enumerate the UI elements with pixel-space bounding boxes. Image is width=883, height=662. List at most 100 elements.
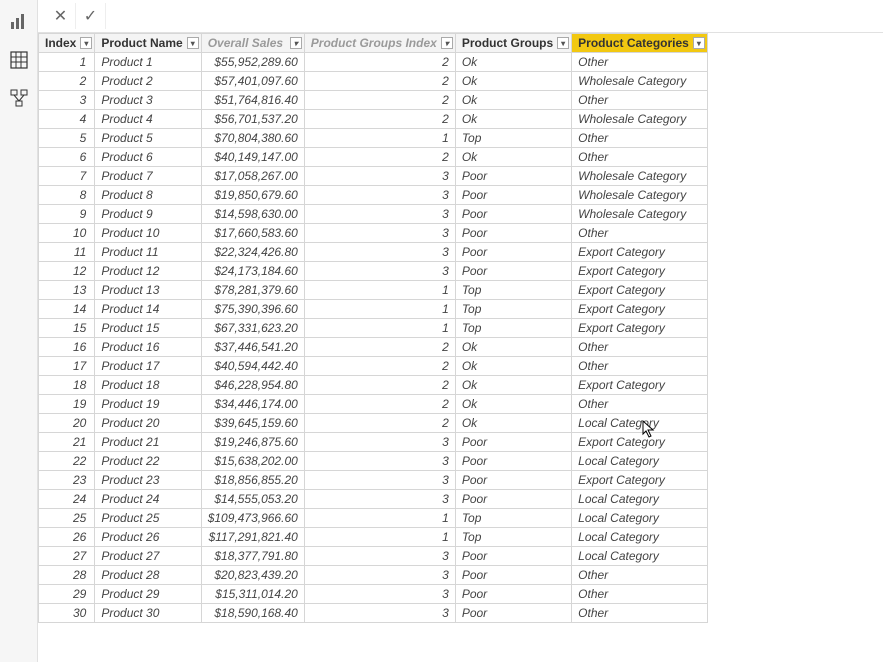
cell-product-name[interactable]: Product 1 bbox=[95, 53, 201, 72]
table-row[interactable]: 17Product 17$40,594,442.402OkOther bbox=[39, 357, 708, 376]
cell-product-groups-index[interactable]: 1 bbox=[304, 281, 455, 300]
cell-product-categories[interactable]: Local Category bbox=[572, 509, 708, 528]
cell-overall-sales[interactable]: $18,590,168.40 bbox=[201, 604, 304, 623]
cell-product-name[interactable]: Product 19 bbox=[95, 395, 201, 414]
filter-dropdown-icon[interactable]: ▾ bbox=[187, 37, 199, 49]
table-row[interactable]: 8Product 8$19,850,679.603PoorWholesale C… bbox=[39, 186, 708, 205]
cell-product-groups-index[interactable]: 3 bbox=[304, 433, 455, 452]
cell-product-name[interactable]: Product 10 bbox=[95, 224, 201, 243]
cell-index[interactable]: 14 bbox=[39, 300, 95, 319]
cell-overall-sales[interactable]: $40,594,442.40 bbox=[201, 357, 304, 376]
cell-product-categories[interactable]: Wholesale Category bbox=[572, 110, 708, 129]
cell-product-categories[interactable]: Local Category bbox=[572, 414, 708, 433]
cell-product-groups[interactable]: Ok bbox=[455, 395, 571, 414]
cell-product-groups[interactable]: Ok bbox=[455, 357, 571, 376]
table-row[interactable]: 28Product 28$20,823,439.203PoorOther bbox=[39, 566, 708, 585]
cell-overall-sales[interactable]: $34,446,174.00 bbox=[201, 395, 304, 414]
cell-product-groups-index[interactable]: 3 bbox=[304, 243, 455, 262]
cell-product-categories[interactable]: Other bbox=[572, 148, 708, 167]
cell-overall-sales[interactable]: $18,856,855.20 bbox=[201, 471, 304, 490]
cell-product-categories[interactable]: Local Category bbox=[572, 528, 708, 547]
cell-overall-sales[interactable]: $19,246,875.60 bbox=[201, 433, 304, 452]
cell-overall-sales[interactable]: $51,764,816.40 bbox=[201, 91, 304, 110]
col-header-overall-sales[interactable]: Overall Sales ▾ bbox=[201, 34, 304, 53]
cell-index[interactable]: 5 bbox=[39, 129, 95, 148]
cell-index[interactable]: 16 bbox=[39, 338, 95, 357]
cell-index[interactable]: 20 bbox=[39, 414, 95, 433]
table-row[interactable]: 12Product 12$24,173,184.603PoorExport Ca… bbox=[39, 262, 708, 281]
col-header-product-groups[interactable]: Product Groups ▾ bbox=[455, 34, 571, 53]
table-row[interactable]: 13Product 13$78,281,379.601TopExport Cat… bbox=[39, 281, 708, 300]
cell-product-categories[interactable]: Export Category bbox=[572, 243, 708, 262]
cell-overall-sales[interactable]: $14,555,053.20 bbox=[201, 490, 304, 509]
cell-product-name[interactable]: Product 4 bbox=[95, 110, 201, 129]
cell-product-categories[interactable]: Export Category bbox=[572, 281, 708, 300]
cell-product-groups[interactable]: Top bbox=[455, 300, 571, 319]
cell-overall-sales[interactable]: $70,804,380.60 bbox=[201, 129, 304, 148]
cell-product-groups[interactable]: Poor bbox=[455, 433, 571, 452]
cell-product-groups[interactable]: Top bbox=[455, 129, 571, 148]
filter-dropdown-icon[interactable]: ▾ bbox=[441, 37, 453, 49]
cell-index[interactable]: 18 bbox=[39, 376, 95, 395]
report-view-button[interactable] bbox=[5, 8, 33, 36]
cell-product-name[interactable]: Product 9 bbox=[95, 205, 201, 224]
cell-index[interactable]: 25 bbox=[39, 509, 95, 528]
cell-product-groups[interactable]: Top bbox=[455, 319, 571, 338]
cell-product-categories[interactable]: Other bbox=[572, 604, 708, 623]
cell-product-categories[interactable]: Other bbox=[572, 224, 708, 243]
cell-product-name[interactable]: Product 12 bbox=[95, 262, 201, 281]
cell-overall-sales[interactable]: $17,660,583.60 bbox=[201, 224, 304, 243]
cell-product-name[interactable]: Product 2 bbox=[95, 72, 201, 91]
table-row[interactable]: 29Product 29$15,311,014.203PoorOther bbox=[39, 585, 708, 604]
table-row[interactable]: 10Product 10$17,660,583.603PoorOther bbox=[39, 224, 708, 243]
cancel-button[interactable]: ✕ bbox=[46, 3, 76, 29]
cell-product-categories[interactable]: Export Category bbox=[572, 262, 708, 281]
cell-product-groups[interactable]: Ok bbox=[455, 110, 571, 129]
table-row[interactable]: 26Product 26$117,291,821.401TopLocal Cat… bbox=[39, 528, 708, 547]
table-row[interactable]: 14Product 14$75,390,396.601TopExport Cat… bbox=[39, 300, 708, 319]
col-header-product-categories[interactable]: Product Categories ▾ bbox=[572, 34, 708, 53]
cell-product-categories[interactable]: Export Category bbox=[572, 300, 708, 319]
cell-product-groups-index[interactable]: 3 bbox=[304, 566, 455, 585]
cell-product-groups[interactable]: Poor bbox=[455, 604, 571, 623]
cell-overall-sales[interactable]: $24,173,184.60 bbox=[201, 262, 304, 281]
cell-product-groups[interactable]: Top bbox=[455, 509, 571, 528]
cell-product-categories[interactable]: Other bbox=[572, 53, 708, 72]
cell-product-groups-index[interactable]: 1 bbox=[304, 319, 455, 338]
cell-product-name[interactable]: Product 13 bbox=[95, 281, 201, 300]
cell-product-groups[interactable]: Poor bbox=[455, 262, 571, 281]
table-row[interactable]: 27Product 27$18,377,791.803PoorLocal Cat… bbox=[39, 547, 708, 566]
cell-overall-sales[interactable]: $55,952,289.60 bbox=[201, 53, 304, 72]
cell-product-categories[interactable]: Other bbox=[572, 338, 708, 357]
model-view-button[interactable] bbox=[5, 84, 33, 112]
cell-product-name[interactable]: Product 23 bbox=[95, 471, 201, 490]
table-row[interactable]: 5Product 5$70,804,380.601TopOther bbox=[39, 129, 708, 148]
cell-index[interactable]: 24 bbox=[39, 490, 95, 509]
table-row[interactable]: 11Product 11$22,324,426.803PoorExport Ca… bbox=[39, 243, 708, 262]
cell-product-groups[interactable]: Top bbox=[455, 281, 571, 300]
cell-product-groups[interactable]: Poor bbox=[455, 452, 571, 471]
confirm-button[interactable]: ✓ bbox=[76, 3, 106, 29]
cell-product-groups[interactable]: Top bbox=[455, 528, 571, 547]
cell-product-groups[interactable]: Poor bbox=[455, 547, 571, 566]
table-row[interactable]: 23Product 23$18,856,855.203PoorExport Ca… bbox=[39, 471, 708, 490]
table-row[interactable]: 21Product 21$19,246,875.603PoorExport Ca… bbox=[39, 433, 708, 452]
cell-overall-sales[interactable]: $56,701,537.20 bbox=[201, 110, 304, 129]
cell-product-categories[interactable]: Other bbox=[572, 357, 708, 376]
table-row[interactable]: 1Product 1$55,952,289.602OkOther bbox=[39, 53, 708, 72]
cell-product-groups[interactable]: Poor bbox=[455, 186, 571, 205]
cell-product-groups[interactable]: Poor bbox=[455, 205, 571, 224]
cell-product-name[interactable]: Product 15 bbox=[95, 319, 201, 338]
cell-product-name[interactable]: Product 25 bbox=[95, 509, 201, 528]
cell-product-groups-index[interactable]: 2 bbox=[304, 395, 455, 414]
table-row[interactable]: 15Product 15$67,331,623.201TopExport Cat… bbox=[39, 319, 708, 338]
cell-product-groups[interactable]: Poor bbox=[455, 224, 571, 243]
cell-overall-sales[interactable]: $17,058,267.00 bbox=[201, 167, 304, 186]
cell-product-groups-index[interactable]: 3 bbox=[304, 604, 455, 623]
cell-product-categories[interactable]: Other bbox=[572, 566, 708, 585]
cell-product-name[interactable]: Product 26 bbox=[95, 528, 201, 547]
cell-product-categories[interactable]: Local Category bbox=[572, 452, 708, 471]
table-row[interactable]: 20Product 20$39,645,159.602OkLocal Categ… bbox=[39, 414, 708, 433]
cell-product-groups-index[interactable]: 2 bbox=[304, 110, 455, 129]
cell-product-categories[interactable]: Export Category bbox=[572, 471, 708, 490]
